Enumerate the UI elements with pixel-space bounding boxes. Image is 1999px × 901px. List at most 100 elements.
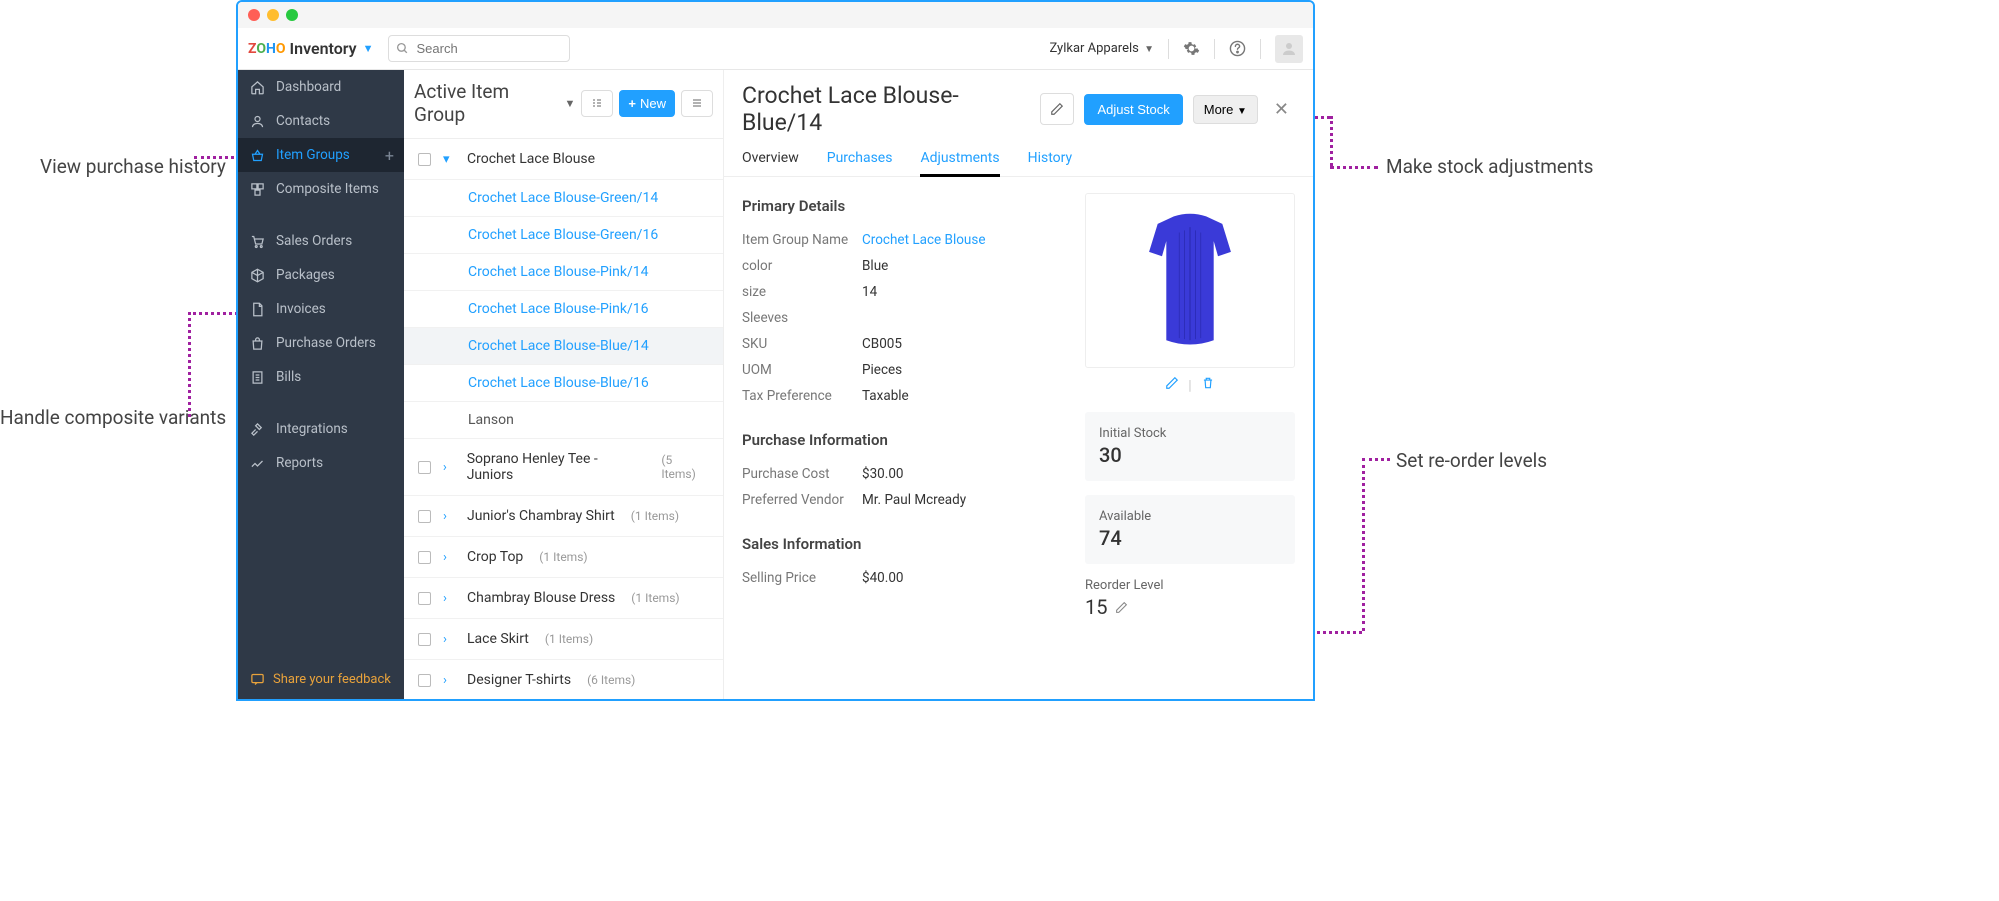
add-icon[interactable]: + — [385, 146, 394, 165]
variant-row[interactable]: Crochet Lace Blouse-Pink/14 — [404, 254, 723, 291]
app-logo[interactable]: ZOHO Inventory ▼ — [248, 39, 374, 58]
group-row[interactable]: ›Soprano Henley Tee - Juniors(5 Items) — [404, 439, 723, 496]
checkbox[interactable] — [418, 461, 431, 474]
list-view-button[interactable] — [681, 90, 713, 117]
group-meta: (1 Items) — [631, 509, 679, 523]
tree-view-button[interactable] — [581, 90, 613, 117]
checkbox[interactable] — [418, 510, 431, 523]
kv-key: UOM — [742, 362, 862, 378]
more-button[interactable]: More ▼ — [1193, 95, 1258, 124]
variant-row[interactable]: Lanson — [404, 402, 723, 439]
kv-value[interactable]: Crochet Lace Blouse — [862, 232, 986, 248]
group-row[interactable]: › Junior's Chambray Shirt (1 Items) — [404, 496, 723, 537]
sidebar-item-invoices[interactable]: Invoices — [238, 292, 404, 326]
kv-key: Purchase Cost — [742, 466, 862, 482]
window-max-dot[interactable] — [286, 9, 298, 21]
sidebar-item-integrations[interactable]: Integrations — [238, 412, 404, 446]
group-row[interactable]: ›Chambray Blouse Dress(1 Items) — [404, 578, 723, 619]
group-row[interactable]: ›Crop Top(1 Items) — [404, 537, 723, 578]
kv-key: Tax Preference — [742, 388, 862, 404]
chart-icon — [250, 456, 266, 471]
cart-icon — [250, 234, 266, 249]
org-switcher[interactable]: Zylkar Apparels ▼ — [1049, 41, 1154, 56]
sidebar-item-purchase-orders[interactable]: Purchase Orders — [238, 326, 404, 360]
annotation-line — [188, 312, 191, 417]
group-row[interactable]: ›Designer T-shirts(6 Items) — [404, 660, 723, 699]
sidebar-item-sales-orders[interactable]: Sales Orders — [238, 224, 404, 258]
group-name: Junior's Chambray Shirt — [467, 508, 615, 524]
checkbox[interactable] — [418, 592, 431, 605]
checkbox[interactable] — [418, 633, 431, 646]
close-icon[interactable]: ✕ — [1268, 95, 1295, 124]
checkbox[interactable] — [418, 153, 431, 166]
group-row[interactable]: ›Lace Skirt(1 Items) — [404, 619, 723, 660]
tab-overview[interactable]: Overview — [742, 150, 799, 176]
chevron-right-icon[interactable]: › — [443, 460, 455, 475]
sidebar-item-dashboard[interactable]: Dashboard — [238, 70, 404, 104]
kv-key: Item Group Name — [742, 232, 862, 248]
search-input[interactable] — [388, 35, 570, 62]
chevron-down-icon[interactable]: ▾ — [443, 152, 455, 167]
blouse-icon — [1135, 211, 1245, 351]
checkbox[interactable] — [418, 551, 431, 564]
topbar: ZOHO Inventory ▼ Zylkar Apparels ▼ — [238, 28, 1313, 70]
tab-purchases[interactable]: Purchases — [827, 150, 893, 176]
item-title: Crochet Lace Blouse-Blue/14 — [742, 82, 1030, 136]
sidebar-item-composite-items[interactable]: Composite Items — [238, 172, 404, 206]
variant-row[interactable]: Crochet Lace Blouse-Pink/16 — [404, 291, 723, 328]
sidebar-item-bills[interactable]: Bills — [238, 360, 404, 394]
avatar[interactable] — [1275, 35, 1303, 63]
kv-key: color — [742, 258, 862, 274]
sidebar-item-contacts[interactable]: Contacts — [238, 104, 404, 138]
variant-row[interactable]: Crochet Lace Blouse-Green/14 — [404, 180, 723, 217]
group-meta: (6 Items) — [587, 673, 635, 687]
initial-stock-box: Initial Stock 30 — [1085, 412, 1295, 481]
tab-history[interactable]: History — [1028, 150, 1073, 176]
chevron-right-icon[interactable]: › — [443, 591, 455, 606]
help-icon[interactable] — [1229, 40, 1246, 57]
chevron-right-icon[interactable]: › — [443, 509, 455, 524]
kv-row: UOMPieces — [742, 357, 1055, 383]
variant-row[interactable]: Crochet Lace Blouse-Green/16 — [404, 217, 723, 254]
receipt-icon — [250, 370, 266, 385]
gear-icon[interactable] — [1183, 40, 1200, 57]
sidebar-item-label: Item Groups — [276, 147, 350, 163]
image-edit-button[interactable] — [1165, 378, 1179, 394]
annotation-stock-adjust: Make stock adjustments — [1386, 155, 1593, 178]
search-icon — [396, 42, 409, 55]
checkbox[interactable] — [418, 674, 431, 687]
feedback-link[interactable]: Share your feedback — [238, 660, 404, 699]
window-min-dot[interactable] — [267, 9, 279, 21]
plug-icon — [250, 422, 266, 437]
panel-title[interactable]: Active Item Group▼ — [414, 80, 575, 126]
group-name: Soprano Henley Tee - Juniors — [467, 451, 646, 483]
available-stock-box: Available 74 — [1085, 495, 1295, 564]
group-name: Crop Top — [467, 549, 523, 565]
sidebar-item-label: Dashboard — [276, 79, 341, 95]
variant-row[interactable]: Crochet Lace Blouse-Blue/16 — [404, 365, 723, 402]
available-label: Available — [1099, 509, 1281, 524]
sidebar-item-reports[interactable]: Reports — [238, 446, 404, 480]
adjust-stock-button[interactable]: Adjust Stock — [1084, 94, 1182, 125]
edit-button[interactable] — [1040, 93, 1074, 125]
window-close-dot[interactable] — [248, 9, 260, 21]
chevron-right-icon[interactable]: › — [443, 673, 455, 688]
section-purchase-title: Purchase Information — [742, 431, 1055, 449]
sidebar-item-item-groups[interactable]: Item Groups + — [238, 138, 404, 172]
edit-reorder-button[interactable] — [1115, 601, 1128, 614]
image-delete-button[interactable] — [1201, 378, 1215, 394]
sidebar-item-packages[interactable]: Packages — [238, 258, 404, 292]
chevron-right-icon[interactable]: › — [443, 550, 455, 565]
tab-adjustments[interactable]: Adjustments — [920, 150, 999, 176]
sidebar-item-label: Purchase Orders — [276, 335, 376, 351]
available-value: 74 — [1099, 526, 1281, 550]
sidebar-item-label: Invoices — [276, 301, 326, 317]
variant-row[interactable]: Crochet Lace Blouse-Blue/14 — [404, 328, 723, 365]
kv-row: Sleeves — [742, 305, 1055, 331]
kv-value: Taxable — [862, 388, 909, 404]
new-button[interactable]: +New — [619, 90, 675, 117]
item-group-panel: Active Item Group▼ +New ▾Crochet Lace Bl… — [404, 70, 724, 699]
group-row[interactable]: ▾Crochet Lace Blouse — [404, 139, 723, 180]
reorder-level: Reorder Level 15 — [1085, 578, 1295, 619]
chevron-right-icon[interactable]: › — [443, 632, 455, 647]
